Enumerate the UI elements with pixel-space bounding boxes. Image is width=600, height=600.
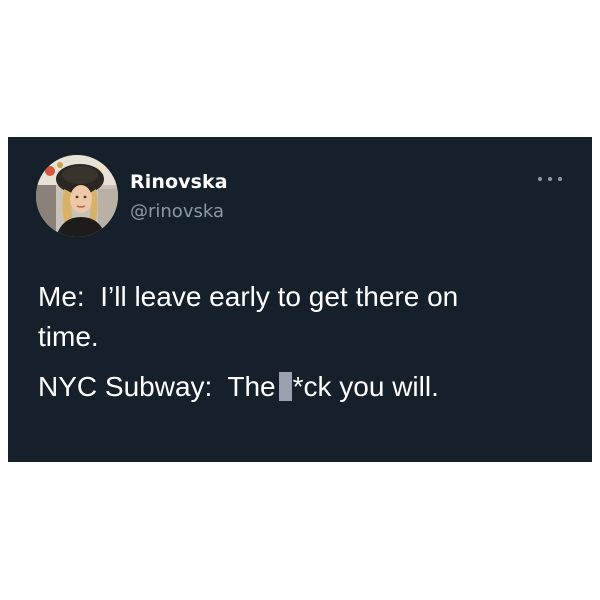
avatar[interactable] bbox=[36, 155, 118, 237]
tweet-line-1: Me: I’ll leave early to get there on bbox=[38, 281, 459, 312]
redaction-bar bbox=[278, 372, 292, 401]
more-dot bbox=[538, 177, 542, 181]
more-horizontal-icon[interactable] bbox=[538, 173, 562, 185]
tweet-line-3: NYC Subway: The *ck you will. bbox=[38, 367, 578, 407]
tweet-line-3-start: NYC Subway: The bbox=[38, 371, 276, 402]
more-dot bbox=[558, 177, 562, 181]
user-handle[interactable]: @rinovska bbox=[130, 201, 224, 222]
more-dot bbox=[548, 177, 552, 181]
avatar-image bbox=[36, 155, 118, 237]
tweet-text: Me: I’ll leave early to get there on tim… bbox=[38, 277, 578, 407]
tweet-line-3-end: *ck you will. bbox=[292, 371, 439, 402]
display-name[interactable]: Rinovska bbox=[130, 171, 228, 193]
page: Rinovska @rinovska Me: I’ll leave early … bbox=[0, 0, 600, 600]
tweet-line-2: time. bbox=[38, 321, 99, 352]
tweet-card[interactable]: Rinovska @rinovska Me: I’ll leave early … bbox=[8, 137, 592, 462]
